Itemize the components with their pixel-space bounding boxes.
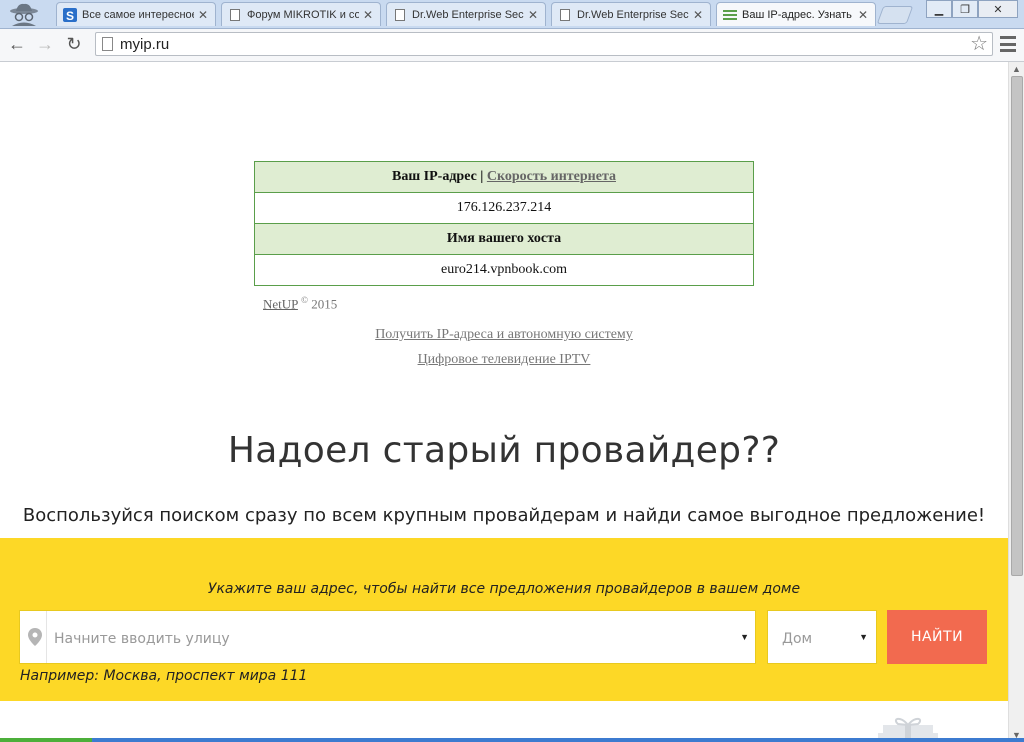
iptv-link[interactable]: Цифровое телевидение IPTV — [418, 352, 591, 367]
tab-5-active[interactable]: Ваш IP-адрес. Узнать ✕ — [716, 2, 876, 26]
location-pin-icon — [28, 628, 42, 646]
tab-3[interactable]: Dr.Web Enterprise Sec ✕ — [386, 2, 546, 26]
tab-1[interactable]: S Все самое интересное ✕ — [56, 2, 216, 26]
close-window-button[interactable]: ✕ — [978, 0, 1018, 18]
street-field-divider — [46, 611, 47, 663]
ip-address-value: 176.126.237.214 — [254, 192, 754, 224]
address-example: Например: Москва, проспект мира 111 — [20, 668, 308, 684]
bookmark-star-icon[interactable]: ☆ — [970, 33, 988, 55]
restore-button[interactable]: ❐ — [952, 0, 978, 18]
find-button[interactable]: НАЙТИ — [887, 610, 987, 664]
taskbar-edge — [0, 738, 1024, 742]
back-arrow-icon[interactable]: ← — [6, 33, 28, 55]
svg-text:S: S — [66, 9, 74, 22]
host-name-value: euro214.vpnbook.com — [254, 254, 754, 286]
page-icon — [228, 8, 242, 22]
page-icon — [102, 37, 113, 51]
minimize-button[interactable]: ▁ — [926, 0, 952, 18]
scrollbar-thumb[interactable] — [1011, 76, 1023, 576]
house-field[interactable]: ▼ — [767, 610, 877, 664]
promo-headline: Надоел старый провайдер?? — [227, 430, 781, 471]
address-bar[interactable]: myip.ru ☆ — [95, 32, 993, 56]
street-field[interactable]: ▼ — [19, 610, 756, 664]
tab-close-icon[interactable]: ✕ — [362, 8, 374, 22]
ip-as-link-row: Получить IP-адреса и автономную систему — [0, 327, 1008, 343]
netup-link[interactable]: NetUP — [263, 296, 298, 311]
ip-header-cell: Ваш IP-адрес | Скорость интернета — [254, 161, 754, 193]
tab-4[interactable]: Dr.Web Enterprise Sec ✕ — [551, 2, 711, 26]
url-text[interactable]: myip.ru — [120, 36, 169, 53]
tab-close-icon[interactable]: ✕ — [692, 8, 704, 22]
speed-test-link[interactable]: Скорость интернета — [487, 169, 616, 184]
s-logo-icon: S — [63, 7, 77, 22]
tab-close-icon[interactable]: ✕ — [857, 8, 869, 22]
myip-favicon — [723, 8, 737, 22]
browser-toolbar: ← → ↻ myip.ru ☆ — [0, 29, 1024, 62]
tab-close-icon[interactable]: ✕ — [197, 8, 209, 22]
address-hint: Укажите ваш адрес, чтобы найти все предл… — [207, 581, 801, 597]
iptv-link-row: Цифровое телевидение IPTV — [0, 352, 1008, 368]
forward-arrow-icon[interactable]: → — [34, 33, 56, 55]
browser-titlebar: S Все самое интересное ✕ Форум MIKROTIK … — [0, 0, 1024, 29]
page-scrollbar[interactable]: ▲ ▼ — [1008, 62, 1024, 742]
promo-subline: Воспользуйся поиском сразу по всем крупн… — [22, 505, 986, 526]
copyright-sign: © — [301, 295, 308, 305]
netup-copyright: NetUP © 2015 — [263, 295, 337, 312]
incognito-icon — [4, 2, 44, 26]
menu-icon[interactable] — [1000, 36, 1016, 52]
page-content: Ваш IP-адрес | Скорость интернета 176.12… — [0, 62, 1008, 742]
page-icon — [558, 8, 572, 22]
start-button-edge[interactable] — [0, 738, 92, 742]
ip-as-link[interactable]: Получить IP-адреса и автономную систему — [375, 327, 633, 342]
tab-2[interactable]: Форум MIKROTIK и со ✕ — [221, 2, 381, 26]
reload-icon[interactable]: ↻ — [63, 33, 85, 55]
your-ip-label: Ваш IP-адрес | — [392, 169, 484, 184]
page-icon — [393, 8, 407, 22]
chevron-down-icon[interactable]: ▼ — [740, 632, 749, 642]
copyright-year: 2015 — [311, 296, 338, 312]
chevron-down-icon[interactable]: ▼ — [859, 632, 868, 642]
scroll-up-arrow-icon[interactable]: ▲ — [1012, 64, 1021, 74]
provider-search-banner: Укажите ваш адрес, чтобы найти все предл… — [0, 538, 1008, 701]
street-input[interactable] — [52, 627, 726, 651]
host-name-label: Имя вашего хоста — [254, 223, 754, 255]
ip-info-table: Ваш IP-адрес | Скорость интернета 176.12… — [254, 161, 754, 286]
new-tab-button[interactable] — [876, 6, 914, 24]
house-input[interactable] — [780, 627, 864, 651]
tab-close-icon[interactable]: ✕ — [527, 8, 539, 22]
